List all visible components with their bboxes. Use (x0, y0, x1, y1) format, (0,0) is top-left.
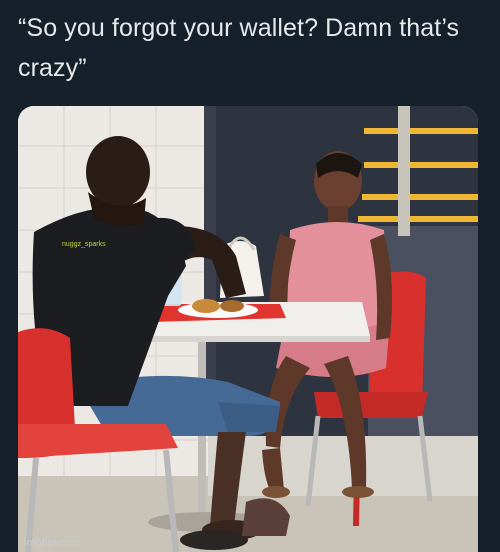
tweet-photo[interactable]: nuggz_sparks imgflip.com (18, 106, 478, 552)
imgflip-watermark: imgflip.com (24, 537, 80, 549)
shirt-print: nuggz_sparks (62, 241, 106, 248)
photo-illustration: nuggz_sparks (18, 106, 478, 552)
tweet-text: “So you forgot your wallet? Damn that’s … (18, 14, 460, 82)
shelf-post (398, 106, 410, 236)
tweet-screenshot: “So you forgot your wallet? Damn that’s … (0, 0, 500, 552)
